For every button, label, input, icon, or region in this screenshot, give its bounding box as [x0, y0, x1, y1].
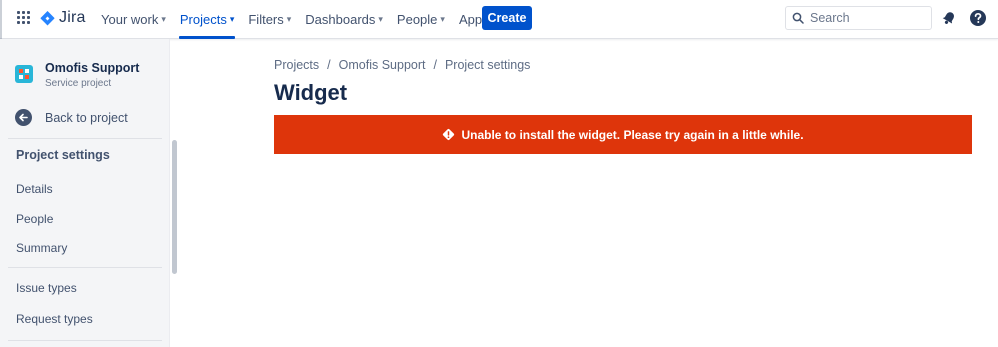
search-icon: [792, 12, 804, 24]
nav-your-work-label: Your work: [101, 12, 159, 27]
project-name: Omofis Support: [45, 61, 140, 75]
jira-logo[interactable]: Jira: [40, 8, 86, 28]
back-to-project-link[interactable]: Back to project: [15, 109, 128, 126]
jira-logo-text: Jira: [59, 9, 86, 26]
warning-icon: [443, 128, 455, 141]
top-navigation-bar: Jira Your work ▾ Projects ▾ Filters ▾ Dashb…: [0, 0, 998, 39]
sidebar-item-summary[interactable]: Summary: [16, 241, 67, 255]
chevron-down-icon: ▾: [229, 14, 235, 24]
notification-bell-icon[interactable]: [940, 9, 958, 27]
sidebar-divider: [8, 340, 162, 341]
chevron-down-icon: ▾: [161, 14, 166, 24]
search-box[interactable]: [785, 6, 932, 30]
chevron-down-icon: ▾: [286, 14, 292, 24]
help-icon[interactable]: [969, 9, 987, 27]
breadcrumb-separator: /: [433, 58, 437, 72]
nav-dashboards[interactable]: Dashboards ▾: [298, 0, 390, 39]
sidebar-item-request-types[interactable]: Request types: [16, 312, 93, 326]
nav-filters-label: Filters: [248, 12, 284, 27]
breadcrumb-project[interactable]: Omofis Support: [339, 58, 426, 72]
sidebar-section-title: Project settings: [16, 148, 110, 162]
breadcrumb-project-settings[interactable]: Project settings: [445, 58, 530, 72]
breadcrumb-separator: /: [327, 58, 331, 72]
nav-projects-label: Projects: [179, 12, 227, 27]
window-edge: [0, 0, 2, 39]
arrow-left-icon: [15, 109, 32, 126]
nav-people[interactable]: People ▾: [390, 0, 452, 39]
app-switcher-icon[interactable]: [17, 11, 31, 25]
sidebar-divider: [8, 138, 162, 139]
nav-your-work[interactable]: Your work ▾: [94, 0, 173, 39]
nav-dashboards-label: Dashboards: [305, 12, 376, 27]
project-type: Service project: [45, 78, 112, 89]
error-message: Unable to install the widget. Please try…: [461, 127, 804, 142]
search-input[interactable]: [810, 11, 920, 25]
sidebar-item-details[interactable]: Details: [16, 182, 53, 196]
project-header[interactable]: Omofis Support Service project: [15, 61, 139, 89]
sidebar-divider: [8, 267, 162, 268]
jira-logo-icon: [40, 10, 55, 25]
sidebar-item-issue-types[interactable]: Issue types: [16, 281, 77, 295]
nav-projects[interactable]: Projects ▾: [173, 0, 242, 39]
breadcrumb-projects[interactable]: Projects: [274, 58, 319, 72]
breadcrumb: Projects / Omofis Support / Project sett…: [274, 58, 530, 72]
sidebar-content: Omofis Support Service project Back to p…: [0, 39, 168, 347]
sidebar-item-people[interactable]: People: [16, 212, 53, 226]
chevron-down-icon: ▾: [378, 14, 383, 24]
page-title: Widget: [274, 80, 348, 105]
error-banner: Unable to install the widget. Please try…: [274, 115, 972, 154]
sidebar-scrollbar[interactable]: [172, 140, 177, 274]
create-button[interactable]: Create: [482, 6, 532, 30]
nav-filters[interactable]: Filters ▾: [241, 0, 298, 39]
primary-nav: Your work ▾ Projects ▾ Filters ▾ Dashboards…: [94, 0, 503, 39]
chevron-down-icon: ▾: [440, 14, 445, 24]
project-info: Omofis Support Service project: [45, 61, 139, 89]
project-sidebar: Omofis Support Service project Back to p…: [0, 39, 170, 347]
nav-people-label: People: [396, 12, 438, 27]
back-to-project-label: Back to project: [45, 110, 128, 125]
project-avatar-icon: [15, 65, 33, 83]
